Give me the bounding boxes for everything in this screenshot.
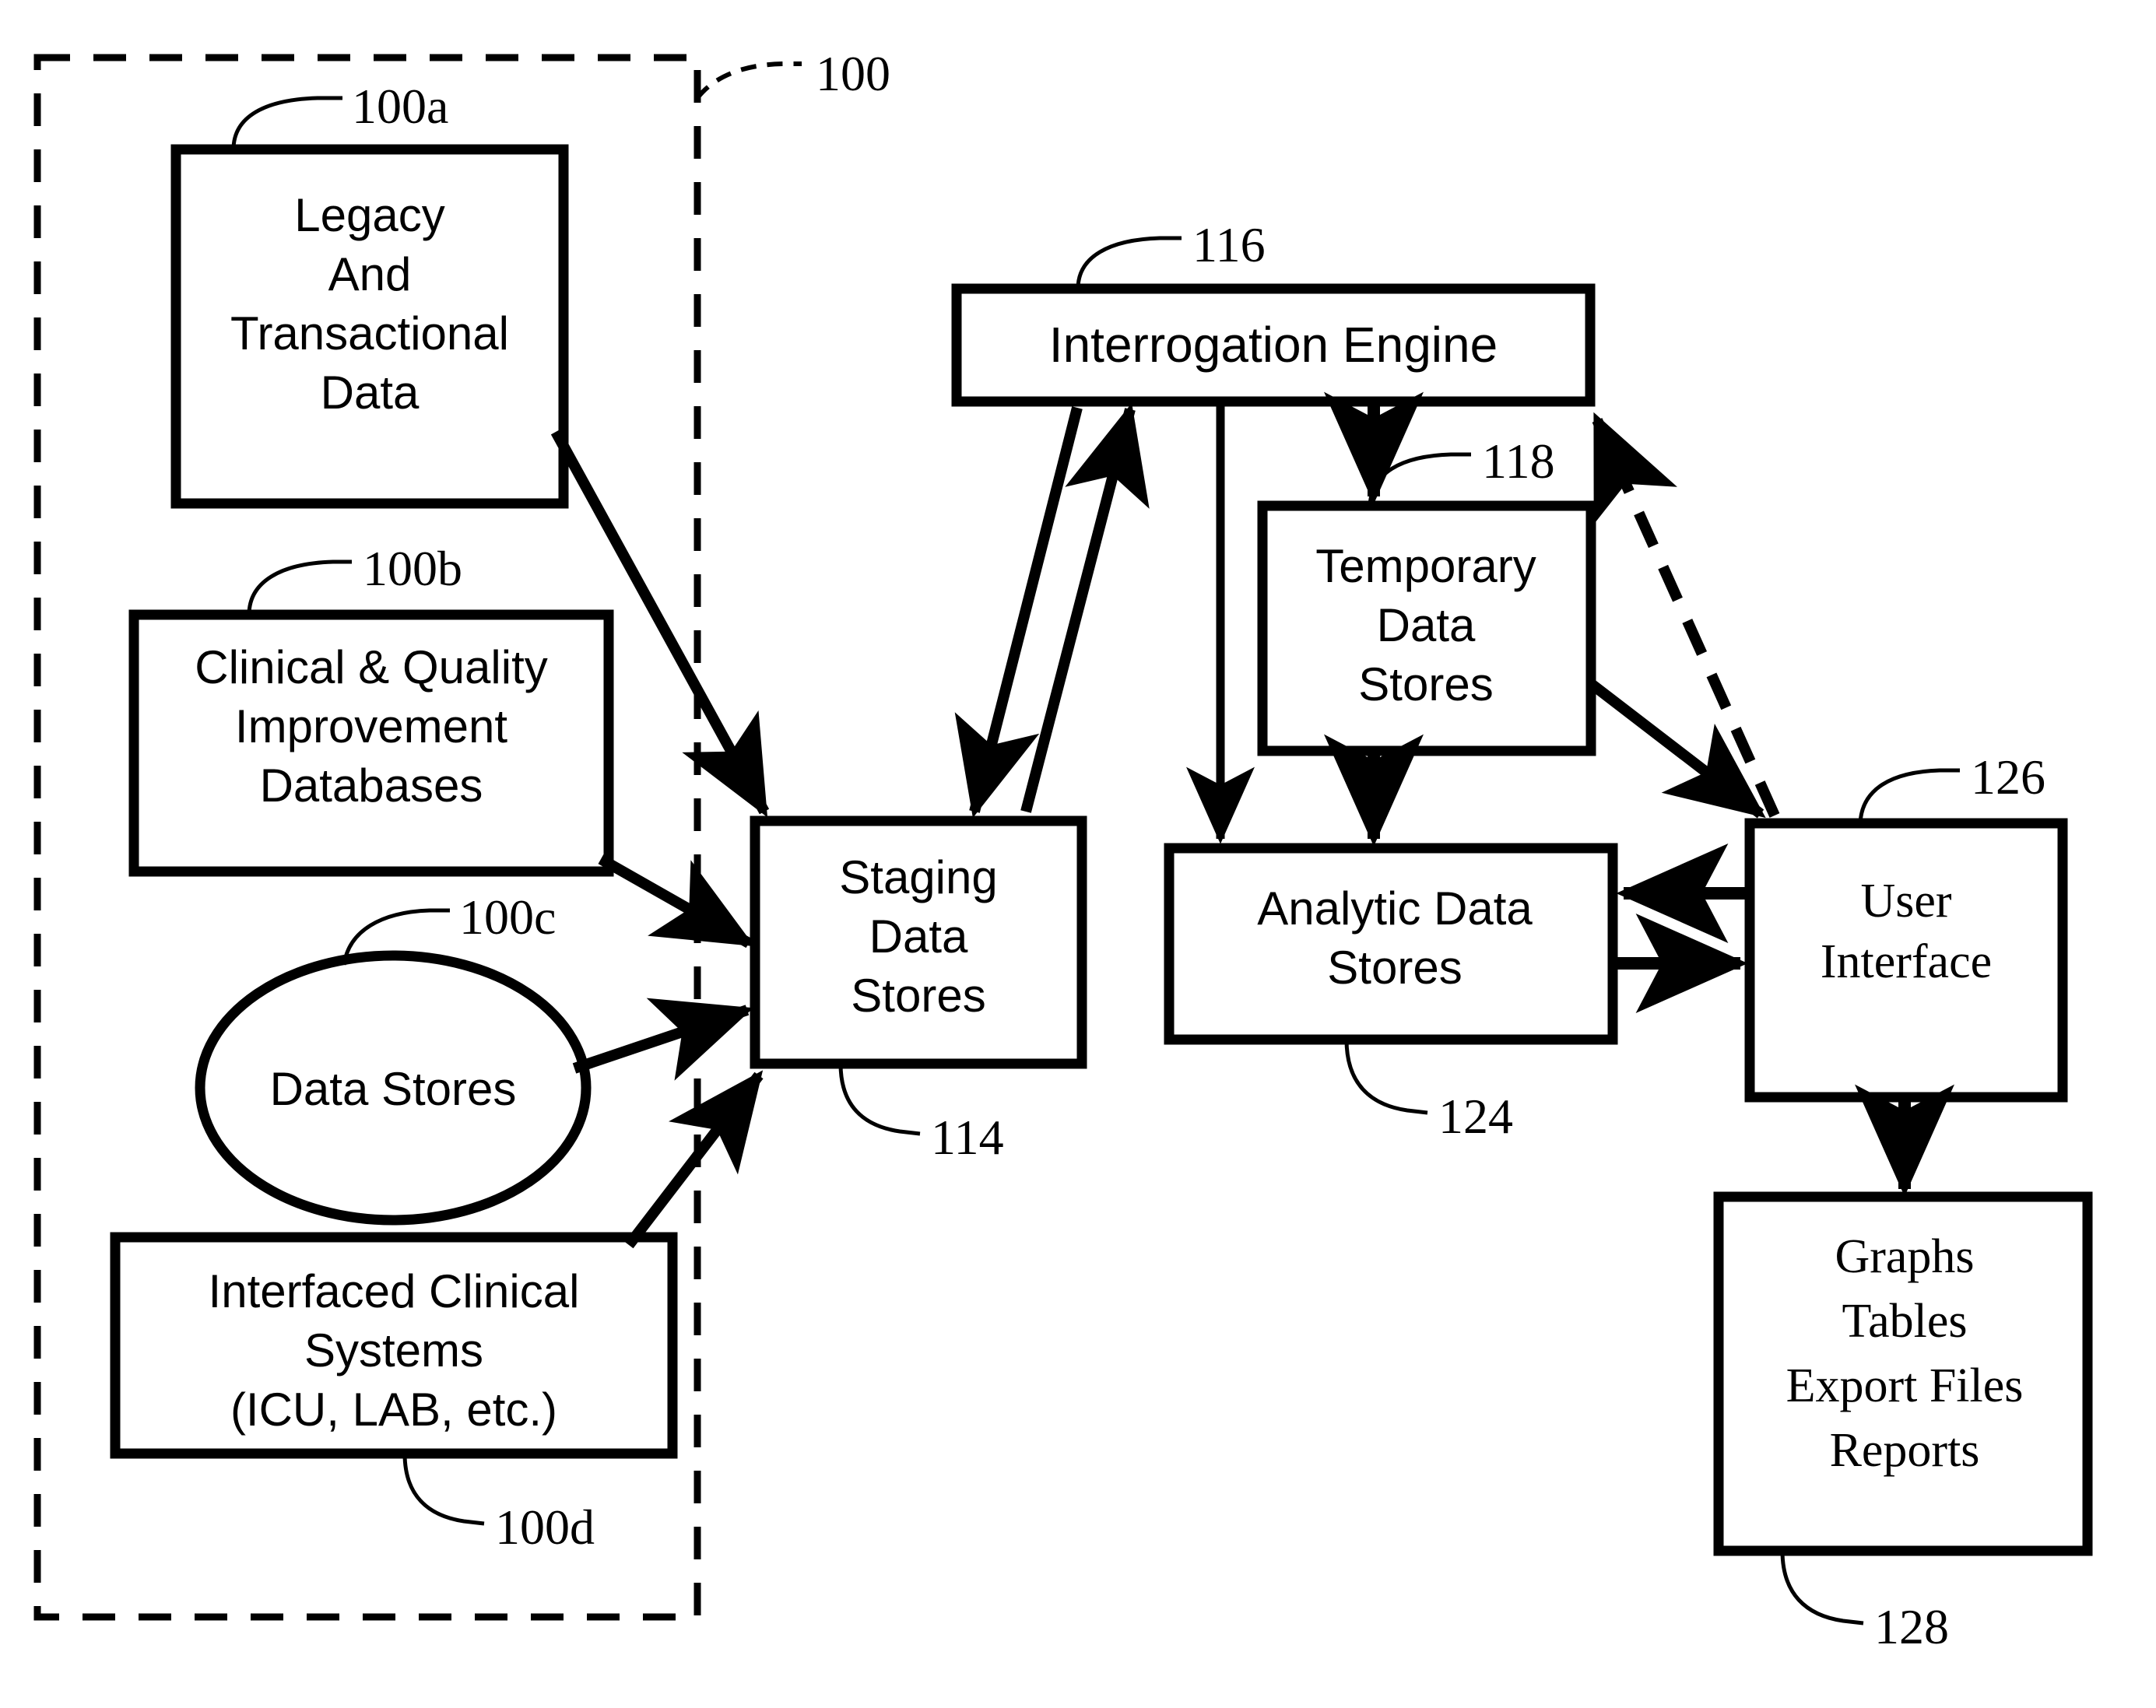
node-interfaced-line-2: Systems: [304, 1324, 483, 1377]
ref-number-100c: 100c: [459, 889, 556, 945]
node-staging-line-1: Staging: [839, 851, 998, 903]
edge-temporary-to-user-interface: [1589, 680, 1766, 819]
ref-number-126: 126: [1971, 749, 2045, 805]
node-temporary-line-1: Temporary: [1315, 540, 1536, 592]
ref-leader-100: [695, 61, 802, 100]
node-legacy-line-2: And: [328, 248, 412, 300]
node-temporary-line-3: Stores: [1358, 658, 1493, 710]
diagram-canvas: 100 100a Legacy And Transactional Data 1…: [33, 46, 2093, 1654]
node-interfaced-line-1: Interfaced Clinical: [209, 1265, 580, 1317]
ref-leader-114: [838, 1063, 921, 1136]
ref-number-124: 124: [1438, 1089, 1513, 1144]
node-legacy-line-1: Legacy: [294, 189, 444, 241]
edge-interrogation-engine-to-staging: [954, 406, 1083, 819]
node-temporary-line-2: Data: [1377, 599, 1476, 651]
ref-leader-100a: [231, 96, 342, 150]
edge-staging-to-interrogation-engine: [1020, 402, 1150, 813]
node-interfaced-line-3: (ICU, LAB, etc.): [230, 1384, 557, 1436]
node-clinical-quality-line-2: Improvement: [235, 700, 507, 752]
ref-leader-100b: [247, 559, 352, 616]
node-analytic-line-1: Analytic Data: [1257, 882, 1533, 935]
node-legacy-line-4: Data: [321, 367, 420, 419]
node-staging-line-3: Stores: [851, 970, 985, 1022]
ref-number-100a: 100a: [352, 79, 448, 134]
node-data-stores-label: Data Stores: [270, 1063, 517, 1115]
node-user-interface-line-1: User: [1860, 875, 1951, 928]
node-clinical-quality-line-1: Clinical & Quality: [195, 641, 548, 693]
ref-number-128: 128: [1874, 1599, 1949, 1654]
ref-number-118: 118: [1482, 433, 1555, 489]
ref-number-116: 116: [1192, 217, 1266, 272]
ref-number-100: 100: [816, 46, 890, 101]
ref-leader-100d: [402, 1453, 485, 1526]
node-staging-line-2: Data: [869, 910, 968, 963]
ref-leader-118: [1368, 452, 1471, 507]
node-legacy-line-3: Transactional: [230, 307, 509, 359]
node-outputs-line-3: Export Files: [1786, 1359, 2024, 1412]
node-outputs-line-4: Reports: [1830, 1424, 1980, 1477]
node-analytic-line-2: Stores: [1327, 942, 1462, 994]
node-outputs-line-1: Graphs: [1835, 1230, 1974, 1283]
ref-leader-126: [1858, 768, 1960, 824]
node-interrogation-engine-label: Interrogation Engine: [1049, 317, 1498, 373]
ref-leader-116: [1076, 236, 1182, 289]
node-user-interface-line-2: Interface: [1821, 935, 1992, 988]
ref-number-100b: 100b: [363, 541, 462, 596]
edge-clinical-quality-to-staging: [598, 854, 755, 949]
node-outputs-line-2: Tables: [1842, 1295, 1968, 1348]
ref-leader-124: [1344, 1039, 1428, 1115]
ref-leader-128: [1780, 1550, 1864, 1626]
edge-data-stores-to-staging: [572, 998, 753, 1081]
node-clinical-quality-line-3: Databases: [260, 759, 483, 812]
ref-number-100d: 100d: [495, 1499, 595, 1555]
ref-number-114: 114: [931, 1110, 1004, 1165]
patent-figure: 100 100a Legacy And Transactional Data 1…: [0, 0, 2156, 1708]
